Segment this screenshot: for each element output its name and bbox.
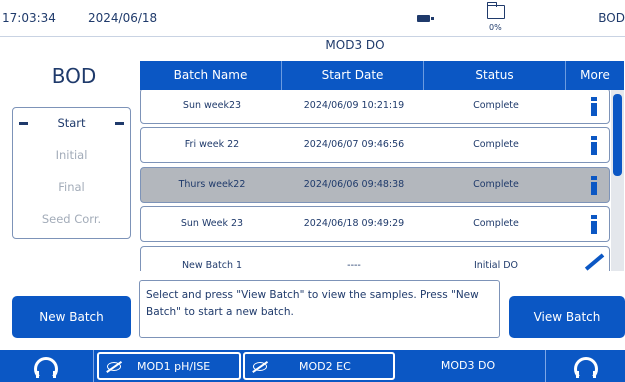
column-batch-name[interactable]: Batch Name xyxy=(140,61,282,90)
column-start-date[interactable]: Start Date xyxy=(282,61,424,90)
mode-label: BOD xyxy=(598,11,625,25)
clock-date: 2024/06/18 xyxy=(88,11,158,25)
step-final: Final xyxy=(58,180,85,194)
batch-name-cell: Sun week23 xyxy=(182,100,242,111)
status-bar: 17:03:34 2024/06/18 0% BOD xyxy=(0,0,625,37)
storage-percent: 0% xyxy=(489,23,502,32)
info-icon[interactable] xyxy=(591,215,597,234)
pencil-icon[interactable] xyxy=(584,253,605,271)
batch-name-cell: Thurs week22 xyxy=(178,179,246,190)
step-marker-right xyxy=(115,122,124,125)
column-status[interactable]: Status xyxy=(424,61,566,90)
tab-label: MOD2 EC xyxy=(299,360,351,373)
table-row[interactable]: Sun Week 23 2024/06/18 09:49:29 Complete xyxy=(140,206,610,242)
batch-name-cell: Fri week 22 xyxy=(184,139,240,150)
batch-table: Sun week23 2024/06/09 10:21:19 Complete … xyxy=(140,90,610,271)
step-marker-left xyxy=(19,122,28,125)
page-title: BOD xyxy=(51,64,97,88)
view-batch-button[interactable]: View Batch xyxy=(509,296,625,338)
hidden-eye-icon xyxy=(253,362,267,371)
start-date-cell: 2024/06/07 09:46:56 xyxy=(303,139,405,150)
new-batch-button[interactable]: New Batch xyxy=(12,296,131,338)
tab-mod3[interactable]: MOD3 DO xyxy=(398,350,538,382)
table-row[interactable]: Sun week23 2024/06/09 10:21:19 Complete xyxy=(140,90,610,124)
start-date-cell: 2024/06/09 10:21:19 xyxy=(303,100,405,111)
info-icon[interactable] xyxy=(591,136,597,155)
start-date-cell: 2024/06/18 09:49:29 xyxy=(303,218,405,229)
start-date-cell: ---- xyxy=(347,260,361,271)
help-message: Select and press "View Batch" to view th… xyxy=(139,280,500,338)
clock-time: 17:03:34 xyxy=(2,11,56,25)
tab-mod1[interactable]: MOD1 pH/ISE xyxy=(97,352,241,380)
start-date-cell: 2024/06/06 09:48:38 xyxy=(303,179,405,190)
status-cell: Complete xyxy=(473,100,519,111)
module-title: MOD3 DO xyxy=(325,38,385,52)
step-seed-corr: Seed Corr. xyxy=(41,212,102,226)
hidden-eye-icon xyxy=(107,362,121,371)
scrollbar-thumb[interactable] xyxy=(613,94,622,176)
step-label: Start xyxy=(57,116,86,130)
step-start: Start xyxy=(13,116,130,130)
status-cell: Complete xyxy=(473,179,519,190)
step-initial: Initial xyxy=(55,148,88,162)
info-icon[interactable] xyxy=(591,97,597,116)
tab-label: MOD1 pH/ISE xyxy=(137,360,211,373)
left-arc-arrow-icon xyxy=(34,357,58,381)
prev-module-button[interactable] xyxy=(0,350,93,382)
info-icon[interactable] xyxy=(591,176,597,195)
table-scrollbar[interactable] xyxy=(611,90,624,271)
status-cell: Complete xyxy=(473,218,519,229)
folder-icon[interactable] xyxy=(487,2,505,19)
tab-divider xyxy=(93,350,94,382)
batch-name-cell: New Batch 1 xyxy=(181,260,243,271)
right-arc-arrow-icon xyxy=(574,357,598,381)
column-more: More xyxy=(580,68,610,82)
status-cell: Complete xyxy=(473,139,519,150)
status-cell: Initial DO xyxy=(473,260,519,271)
step-list: Start Initial Final Seed Corr. xyxy=(12,107,131,239)
table-header: Batch Name Start Date Status More xyxy=(140,61,624,90)
batch-name-cell: Sun Week 23 xyxy=(180,218,244,229)
battery-icon xyxy=(417,15,434,22)
next-module-button[interactable] xyxy=(546,350,625,382)
module-tab-bar: MOD1 pH/ISE MOD2 EC MOD3 DO xyxy=(0,350,625,382)
table-row-selected[interactable]: Thurs week22 2024/06/06 09:48:38 Complet… xyxy=(140,167,610,203)
table-row[interactable]: New Batch 1 ---- Initial DO xyxy=(140,246,610,271)
tab-mod2[interactable]: MOD2 EC xyxy=(243,352,395,380)
table-row[interactable]: Fri week 22 2024/06/07 09:46:56 Complete xyxy=(140,127,610,163)
